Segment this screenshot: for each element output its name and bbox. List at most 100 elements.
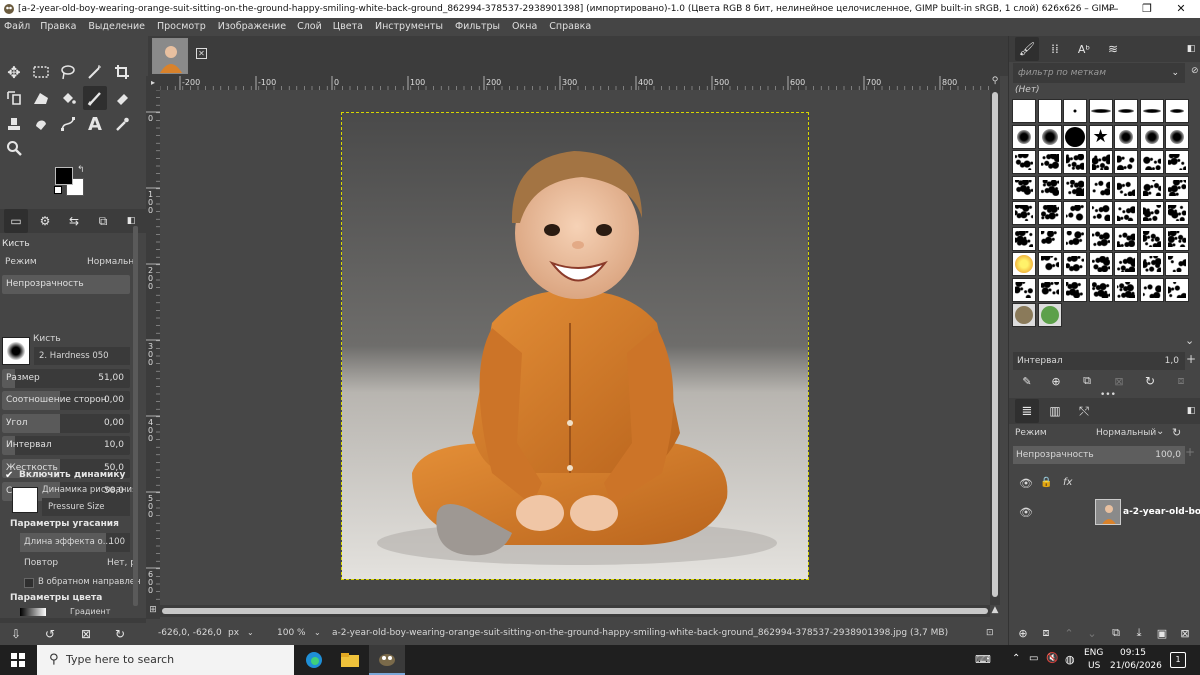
lower-layer-icon[interactable]: ⌄: [1080, 621, 1104, 645]
menu-select[interactable]: Выделение: [82, 18, 151, 36]
edit-brush-icon[interactable]: ✎: [1015, 369, 1039, 393]
menu-windows[interactable]: Окна: [506, 18, 543, 36]
raise-layer-icon[interactable]: ⌃: [1057, 621, 1081, 645]
tray-chevron-icon[interactable]: ⌃: [1012, 653, 1020, 664]
refresh-brushes-icon[interactable]: ↻: [1138, 369, 1162, 393]
images-tab-icon[interactable]: ⧉: [91, 209, 115, 233]
merge-layer-icon[interactable]: ⤓: [1127, 621, 1151, 645]
unit-select[interactable]: px: [228, 622, 239, 644]
clock-date[interactable]: 21/06/2026: [1110, 661, 1162, 671]
zoom-chevron-icon[interactable]: ⌄: [314, 622, 321, 644]
eye-icon[interactable]: 👁: [1019, 477, 1033, 490]
zoom-lock-icon[interactable]: ⚲: [990, 76, 1000, 90]
minimize-button[interactable]: —: [1098, 0, 1128, 18]
brush-preview[interactable]: [2, 337, 30, 365]
brush-thumbnail[interactable]: [1012, 303, 1036, 327]
restore-options-icon[interactable]: ↺: [38, 622, 62, 646]
fx-icon[interactable]: fx: [1063, 477, 1072, 488]
layer-mode-value[interactable]: Нормальный: [1096, 428, 1156, 438]
menu-filters[interactable]: Фильтры: [449, 18, 506, 36]
channels-tab-icon[interactable]: ▥: [1043, 399, 1067, 423]
brush-name-field[interactable]: 2. Hardness 050: [34, 347, 130, 365]
volume-muted-icon[interactable]: 🔇: [1046, 653, 1058, 664]
eraser-tool-icon[interactable]: [110, 86, 134, 110]
dynamics-preview[interactable]: [12, 487, 38, 513]
close-button[interactable]: ✕: [1166, 0, 1196, 18]
brush-thumbnail[interactable]: [1037, 252, 1062, 276]
lang-bottom[interactable]: US: [1088, 661, 1100, 671]
move-tool-icon[interactable]: ✥: [2, 60, 26, 84]
brush-thumbnail[interactable]: [1037, 124, 1062, 149]
brush-thumbnail[interactable]: [1165, 124, 1189, 149]
text-tool-icon[interactable]: A: [83, 112, 107, 136]
lock-icon[interactable]: 🔒: [1040, 477, 1052, 488]
brush-thumbnail[interactable]: [1088, 201, 1113, 225]
layer-name[interactable]: a-2-year-old-boy-wearing: [1123, 507, 1200, 517]
layers-tab-icon[interactable]: ≣: [1015, 399, 1039, 423]
new-layer-icon[interactable]: ⊕: [1011, 621, 1035, 645]
brush-thumbnail[interactable]: [1088, 175, 1113, 200]
layer-mode-reset-icon[interactable]: ↻: [1172, 426, 1181, 439]
brush-thumbnail[interactable]: [1063, 277, 1087, 302]
horizontal-scrollbar[interactable]: [160, 605, 990, 617]
layer-opacity-slider[interactable]: Непрозрачность 100,0: [1013, 446, 1185, 464]
brush-thumbnail[interactable]: [1012, 201, 1036, 225]
brush-thumbnail[interactable]: [1063, 226, 1087, 251]
paths-tool-icon[interactable]: [56, 112, 80, 136]
brush-thumbnail[interactable]: [1088, 150, 1113, 174]
brush-thumbnail[interactable]: [1037, 175, 1062, 200]
brush-thumbnail[interactable]: [1165, 150, 1189, 174]
brush-thumbnail[interactable]: [1139, 175, 1164, 200]
brush-thumbnail[interactable]: [1165, 201, 1189, 225]
patterns-tab-icon[interactable]: ⁞⁞: [1043, 37, 1067, 61]
brush-thumbnail[interactable]: [1012, 99, 1036, 123]
quick-mask-icon[interactable]: ▸: [146, 76, 160, 90]
warp-tool-icon[interactable]: [29, 86, 53, 110]
swap-colors-icon[interactable]: ↰: [77, 165, 85, 175]
brush-thumbnail[interactable]: [1063, 150, 1087, 174]
brush-thumbnail[interactable]: [1139, 99, 1164, 123]
menu-layer[interactable]: Слой: [292, 18, 327, 36]
reverse-checkbox[interactable]: [24, 578, 34, 588]
brush-thumbnail[interactable]: [1037, 150, 1062, 174]
gradient-preview[interactable]: [20, 608, 46, 616]
mode-value[interactable]: Нормальн: [87, 257, 134, 267]
close-tab-icon[interactable]: ✕: [196, 48, 207, 59]
repeat-value[interactable]: Нет, р: [107, 558, 136, 568]
reset-options-icon[interactable]: ↻: [108, 622, 132, 646]
duplicate-brush-icon[interactable]: ⧉: [1075, 369, 1099, 393]
menu-image[interactable]: Изображение: [212, 18, 292, 36]
brush-thumbnail[interactable]: [1114, 201, 1138, 225]
transform-tool-icon[interactable]: [2, 86, 26, 110]
brush-interval-slider[interactable]: Интервал 1,0: [1013, 352, 1185, 370]
opacity-slider[interactable]: Непрозрачность: [2, 275, 130, 294]
smudge-tool-icon[interactable]: [29, 112, 53, 136]
default-colors-icon[interactable]: [54, 186, 62, 194]
bucket-fill-tool-icon[interactable]: [56, 86, 80, 110]
image-layer[interactable]: [341, 112, 809, 580]
brush-thumbnail[interactable]: [1114, 252, 1138, 276]
slider-1[interactable]: Размер 51,00: [2, 369, 130, 388]
brush-thumbnail[interactable]: [1037, 99, 1062, 123]
menu-view[interactable]: Просмотр: [151, 18, 212, 36]
layers-menu-icon[interactable]: ◧: [1179, 399, 1200, 423]
menu-edit[interactable]: Правка: [34, 18, 82, 36]
new-brush-icon[interactable]: ⊕: [1044, 369, 1068, 393]
brush-thumbnail[interactable]: [1139, 124, 1164, 149]
brush-thumbnail[interactable]: [1139, 277, 1164, 302]
brush-thumbnail[interactable]: [1114, 150, 1138, 174]
fuzzy-select-tool-icon[interactable]: [83, 60, 107, 84]
layer-mask-icon[interactable]: ▣: [1150, 621, 1174, 645]
notification-icon[interactable]: 1: [1170, 652, 1186, 668]
zoom-tool-icon[interactable]: [2, 136, 26, 160]
brush-thumbnail[interactable]: [1088, 252, 1113, 276]
document-history-tab-icon[interactable]: ≋: [1101, 37, 1125, 61]
brush-thumbnail[interactable]: [1139, 150, 1164, 174]
brush-thumbnail[interactable]: [1088, 226, 1113, 251]
navigate-icon[interactable]: ⊞: [146, 605, 160, 619]
dynamics-name-field[interactable]: Pressure Size: [42, 498, 130, 516]
crop-tool-icon[interactable]: [110, 60, 134, 84]
layer-row[interactable]: 👁 a-2-year-old-boy-wearing: [1009, 499, 1200, 527]
brush-thumbnail[interactable]: [1139, 201, 1164, 225]
brush-thumbnail[interactable]: [1165, 99, 1189, 123]
